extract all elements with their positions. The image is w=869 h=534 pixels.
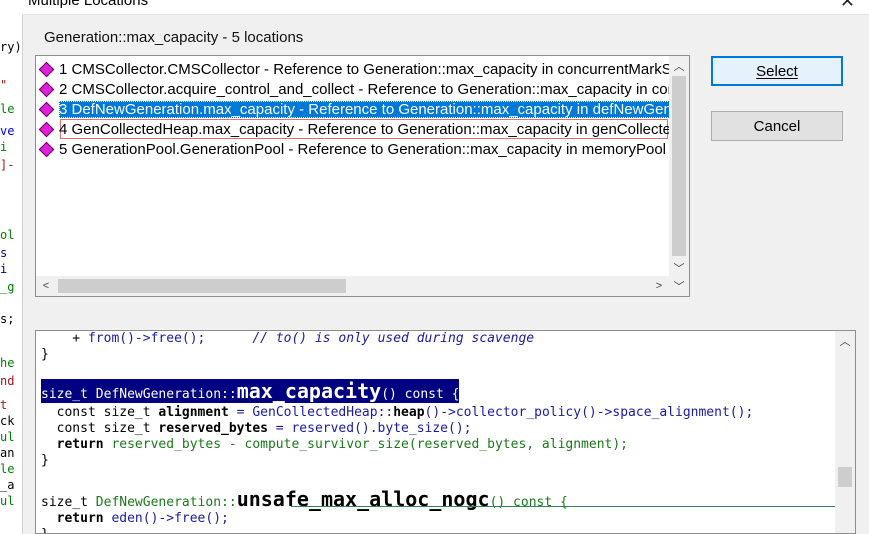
background-code-fragment: le (0, 102, 15, 116)
scroll-left-icon[interactable]: < (36, 276, 56, 296)
scroll-down-icon[interactable]: ﹀ (669, 258, 689, 278)
diamond-icon (38, 81, 54, 97)
list-item-label: 3 DefNewGeneration.max_capacity - Refere… (59, 100, 670, 118)
background-code-fragment: _g (0, 280, 15, 294)
select-button-label: Select (756, 62, 798, 80)
select-button[interactable]: Select (711, 56, 843, 86)
code-line: const size_t reserved_bytes = reserved()… (56, 421, 472, 436)
code-line: const size_t alignment = GenCollectedHea… (56, 405, 754, 420)
window-title: Multiple Locations (28, 0, 149, 9)
list-item[interactable]: 4 GenCollectedHeap.max_capacity - Refere… (38, 119, 670, 139)
code-line: + from()->free(); // to() is only used d… (41, 331, 535, 346)
background-code-fragment: i (0, 262, 8, 276)
background-code-fragment: s; (0, 312, 15, 326)
background-code-fragment: an (0, 446, 15, 460)
background-code-fragment: t (0, 398, 8, 412)
list-item-label: 5 GenerationPool.GenerationPool - Refere… (59, 140, 666, 158)
list-item[interactable]: 2 CMSCollector.acquire_control_and_colle… (38, 79, 670, 99)
locations-list[interactable]: 1 CMSCollector.CMSCollector - Reference … (35, 55, 690, 297)
scroll-thumb[interactable] (838, 467, 852, 487)
scroll-down-icon[interactable]: ﹀ (669, 276, 689, 296)
list-item-label: 4 GenCollectedHeap.max_capacity - Refere… (59, 120, 670, 138)
background-code-fragment: i (0, 140, 8, 154)
close-icon[interactable]: ✕ (840, 0, 855, 12)
diamond-icon (38, 101, 54, 117)
code-line: size_t DefNewGeneration::unsafe_max_allo… (41, 487, 568, 511)
background-code-fragment: ul (0, 494, 15, 508)
background-code-fragment: _a (0, 478, 15, 492)
preview-vertical-scrollbar[interactable]: ︿ (835, 331, 855, 533)
code-line: return eden()->free(); (56, 511, 229, 526)
background-code-fragment: ul (0, 430, 15, 444)
diamond-icon (38, 121, 54, 137)
list-vertical-scrollbar[interactable]: ︿ ﹀ (669, 56, 689, 278)
diamond-icon (38, 61, 54, 77)
background-code-fragment: le (0, 462, 15, 476)
background-code-fragment: he (0, 356, 15, 370)
code-line: } (41, 453, 49, 468)
list-item-label: 1 CMSCollector.CMSCollector - Reference … (59, 60, 670, 78)
code-preview[interactable]: + from()->free(); // to() is only used d… (35, 330, 856, 534)
background-code-fragment: nd (0, 374, 15, 388)
list-item[interactable]: 5 GenerationPool.GenerationPool - Refere… (38, 139, 670, 159)
background-code-fragment: ve (0, 124, 15, 138)
background-code-fragment: ol (0, 228, 15, 242)
scroll-up-icon[interactable]: ︿ (669, 56, 689, 76)
dialog-heading: Generation::max_capacity - 5 locations (44, 29, 304, 46)
diamond-icon (38, 141, 54, 157)
list-item[interactable]: 1 CMSCollector.CMSCollector - Reference … (38, 59, 670, 79)
list-item-label: 2 CMSCollector.acquire_control_and_colle… (59, 80, 670, 98)
code-line-highlighted: size_t DefNewGeneration::max_capacity() … (41, 379, 460, 403)
code-line: return reserved_bytes - compute_survivor… (56, 437, 629, 452)
background-code-fragment: ]- (0, 158, 15, 172)
code-line: } (41, 527, 49, 533)
title-bar: Multiple Locations ✕ (22, 0, 869, 15)
background-code-fragment: ck (0, 414, 15, 428)
cancel-button[interactable]: Cancel (711, 111, 843, 141)
list-item-selected[interactable]: 3 DefNewGeneration.max_capacity - Refere… (38, 99, 670, 119)
background-code-fragment: " (0, 78, 8, 92)
scroll-thumb[interactable] (672, 76, 686, 256)
background-editor: ry) " le ve i]- ol s i _g s; he nd t ck ul an le _a ul (0, 0, 23, 534)
background-code-fragment: ry) (0, 40, 22, 54)
scroll-thumb[interactable] (58, 279, 346, 293)
divider (291, 506, 836, 507)
scroll-right-icon[interactable]: > (649, 276, 669, 296)
background-code-fragment: s (0, 246, 8, 260)
list-horizontal-scrollbar[interactable]: < > (36, 276, 669, 296)
code-line: } (41, 347, 49, 362)
scroll-up-icon[interactable]: ︿ (835, 331, 855, 351)
